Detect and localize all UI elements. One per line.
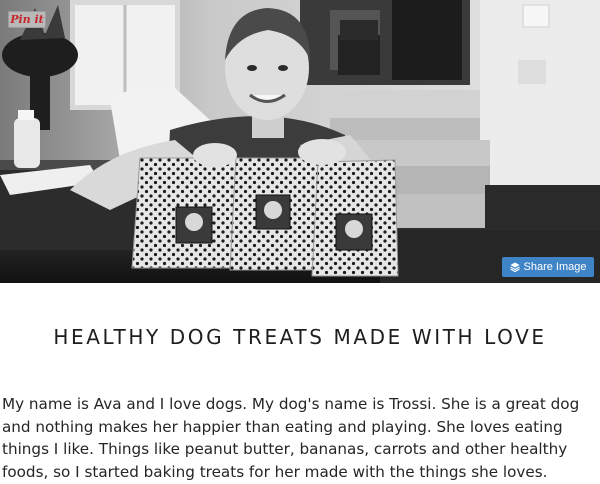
share-image-button[interactable]: Share Image <box>502 257 594 277</box>
hero-photo: Pin it Share Image <box>0 0 600 283</box>
article-body-text: My name is Ava and I love dogs. My dog's… <box>2 395 580 481</box>
page: Pin it Share Image HEALTHY DOG TREATS MA… <box>0 0 600 484</box>
layers-icon <box>509 262 520 272</box>
hero-photo-illustration <box>0 0 600 283</box>
article-heading: HEALTHY DOG TREATS MADE WITH LOVE <box>53 325 547 349</box>
pin-it-button[interactable]: Pin it <box>8 11 46 28</box>
share-image-label: Share Image <box>523 261 587 273</box>
